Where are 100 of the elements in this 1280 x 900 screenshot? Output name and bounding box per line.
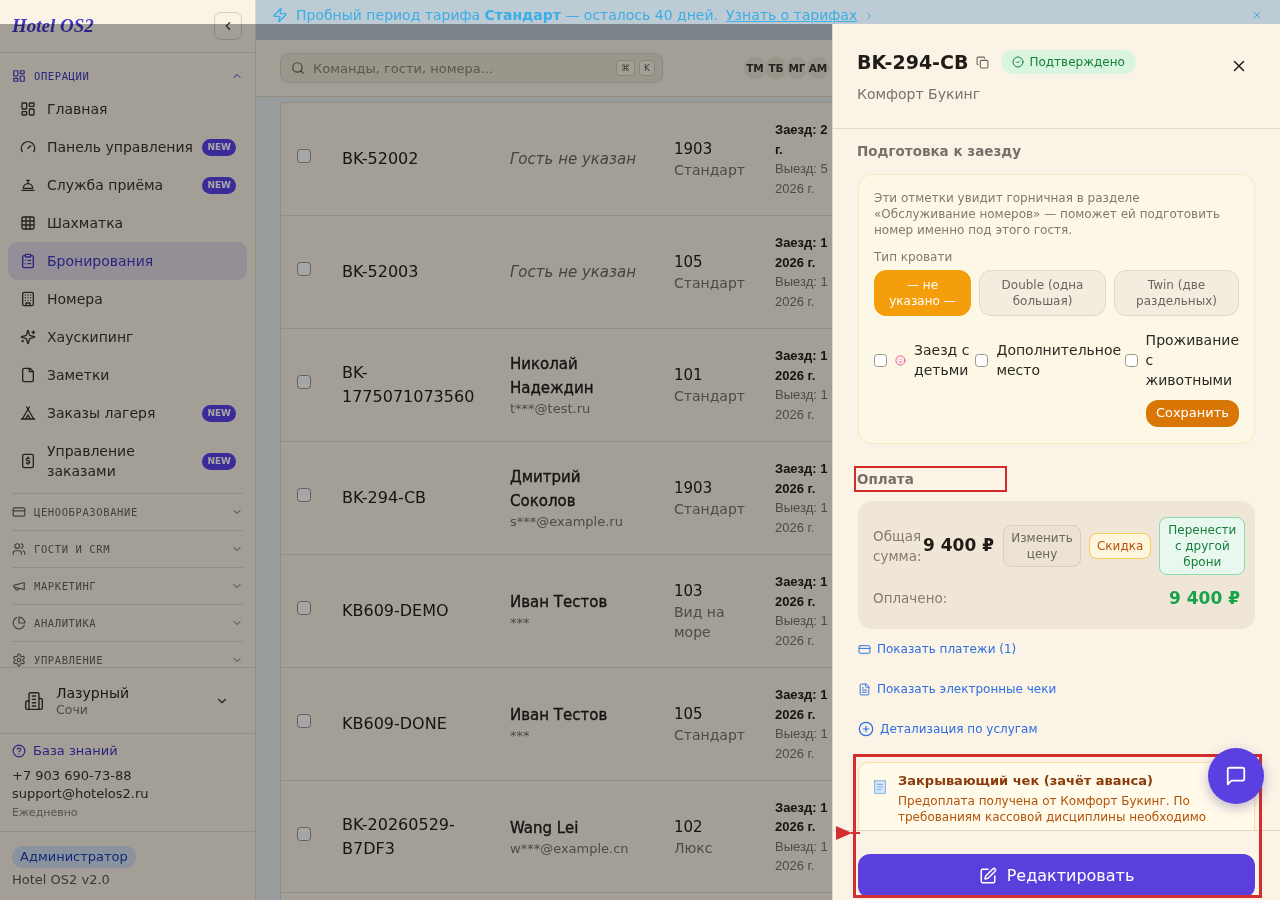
table-icon [20,215,36,231]
new-badge: NEW [202,138,236,156]
check-in-date: Заезд: 1 [775,573,828,591]
edit-button[interactable]: Редактировать [858,854,1255,898]
building-icon [20,291,36,307]
bed-type-option[interactable]: Twin (две раздельных) [1114,270,1239,316]
check-out-date: 2026 г. [775,518,815,537]
row-checkbox[interactable] [297,375,311,390]
text-link[interactable]: Показать электронные чеки [858,681,1057,697]
room-type: Вид на море [674,603,726,642]
chat-icon [1225,765,1247,787]
check-out-date: Выезд: 1 [775,837,828,856]
pie-chart-icon [12,616,26,630]
check-out-date: Выезд: 1 [775,612,828,630]
nav-item[interactable]: Хаускипинг [8,318,247,356]
option-checkbox[interactable] [1124,353,1138,367]
row-checkbox[interactable] [297,714,311,729]
smiley-icon [895,354,906,366]
booking-source: Комфорт Букинг [857,85,982,104]
nav-item[interactable]: Управление заказами NEW [8,432,247,490]
check-out-date: 2026 г. [775,292,815,311]
nav-item[interactable]: Заметки [8,356,247,394]
banner-text: Пробный период тарифа Стандарт — осталось 40 дней. [296,7,719,24]
guest-name: Иван Тестов [510,705,609,726]
guest-name: Дмитрий Соколов [510,467,582,512]
row-checkbox[interactable] [297,488,311,503]
booking-number: BK-1775071073560 [342,362,476,408]
guest-email: *** [510,614,531,632]
section-header[interactable]: ЦЕНООБРАЗОВАНИЕ [12,493,243,530]
check-out-date: 2026 г. [775,405,815,424]
booking-number: BK-52003 [342,261,420,283]
payment-action-button[interactable]: Перенести с другой брони [1159,517,1246,575]
room-type: Стандарт [674,161,746,180]
guest-email: s***@example.ru [510,513,624,531]
guest-name: Иван Тестов [510,592,609,613]
guest-email: w***@example.cn [510,839,630,858]
check-out-date: Выезд: 5 [775,160,828,178]
section-header[interactable]: АНАЛИТИКА [12,604,243,641]
nav-item[interactable]: Заказы лагеря NEW [8,394,247,432]
notice-title: Закрывающий чек (зачёт аванса) [898,773,1154,789]
row-checkbox[interactable] [297,826,311,841]
bell-icon [20,177,36,193]
bed-type-option[interactable]: Double (одна большая) [979,270,1106,316]
knowledge-base-link[interactable]: База знаний [12,742,118,760]
nav-item[interactable]: Панель управления NEW [8,128,247,166]
check-in-date: 2026 г. [775,705,816,724]
guest-name: Гость не указан [510,149,638,170]
check-in-date: Заезд: 1 [775,798,828,817]
new-badge: NEW [202,404,236,422]
option-checkbox[interactable] [975,353,989,367]
megaphone-icon [12,579,26,593]
row-checkbox[interactable] [297,601,311,616]
section-header[interactable]: УПРАВЛЕНИЕ [12,641,243,667]
plus-circle-icon [858,721,874,737]
room-number: 1903 [674,139,714,160]
check-out-date: Выезд: 1 [775,273,828,291]
row-checkbox[interactable] [297,149,311,164]
nav-item[interactable]: Бронирования [8,242,247,280]
check-circle-icon [1012,56,1025,68]
room-type: Стандарт [674,726,746,745]
hours-text: Ежедневно [12,805,79,821]
card-icon [12,505,26,519]
paid-amount: 9 400 ₽ [1169,587,1240,609]
copy-icon [976,55,990,69]
shortcut-key: K [639,60,655,76]
nav-item[interactable]: Шахматка [8,204,247,242]
room-type: Люкс [674,838,714,858]
lightning-icon [272,7,288,23]
guest-name: Wang Lei [510,817,580,839]
nav-item[interactable]: Главная [8,90,247,128]
check-out-date: 2026 г. [775,631,815,650]
option-checkbox[interactable] [874,353,887,367]
new-badge: NEW [202,176,236,194]
document-icon [858,682,871,696]
section-header[interactable]: ОПЕРАЦИИ [12,64,243,88]
check-in-date: 2026 г. [775,479,816,498]
row-checkbox[interactable] [297,262,311,277]
payment-action-button[interactable]: Изменить цену [1003,525,1081,567]
text-link[interactable]: Показать платежи (1) [858,641,1017,657]
people-icon [12,542,26,556]
copy-button[interactable] [976,55,990,69]
nav-item[interactable]: Служба приёма NEW [8,166,247,204]
property-selector[interactable]: Лазурный Сочи [0,667,255,733]
text-link[interactable]: Детализация по услугам [858,721,1038,737]
collapse-button[interactable] [214,12,242,40]
check-in-date: 2026 г. [775,253,816,272]
grid-icon [12,69,26,83]
check-in-date: г. [775,140,783,159]
check-out-date: Выезд: 1 [775,386,828,404]
check-out-date: Выезд: 1 [775,499,828,517]
arrow-icon [836,825,860,841]
payment-action-button[interactable]: Скидка [1089,533,1152,559]
section-header[interactable]: МАРКЕТИНГ [12,567,243,604]
save-button[interactable]: Сохранить [1145,400,1239,427]
support-email: support@hotelos2.ru [12,785,150,803]
section-header[interactable]: ГОСТИ И CRM [12,530,243,567]
nav-item[interactable]: Номера [8,280,247,318]
section-title: Подготовка к заезду [857,142,1022,160]
clipboard-icon [20,253,36,269]
gauge-icon [20,139,36,155]
